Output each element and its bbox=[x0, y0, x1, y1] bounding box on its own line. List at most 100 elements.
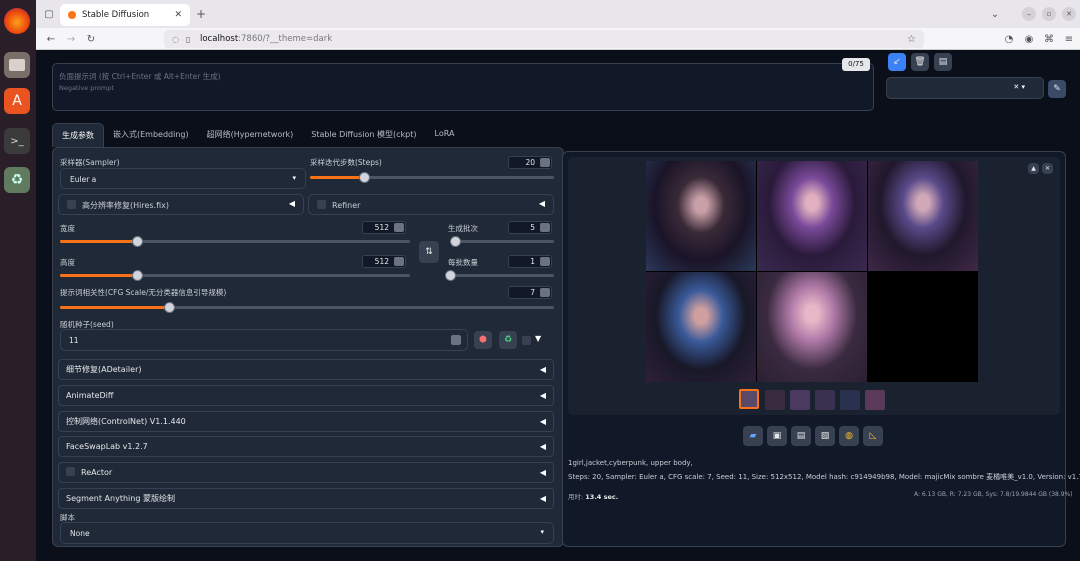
tab-list-icon[interactable]: ▢ bbox=[42, 7, 56, 21]
pocket-icon[interactable]: ◔ bbox=[1002, 32, 1016, 46]
url-bar[interactable]: ◌ ▯ localhost :7860/?__theme=dark ☆ bbox=[164, 30, 924, 48]
height-input[interactable]: 512 bbox=[362, 255, 406, 268]
reload-icon[interactable]: ↻ bbox=[84, 32, 98, 46]
sampler-select[interactable]: Euler a ▾ bbox=[60, 168, 306, 189]
edit-styles-button[interactable]: ✎ bbox=[1048, 80, 1066, 98]
image-grid[interactable] bbox=[646, 161, 978, 382]
script-select[interactable]: None ▾ bbox=[60, 522, 554, 544]
hires-label: 高分辨率修复(Hires.fix) bbox=[82, 201, 169, 210]
tab-checkpoint[interactable]: Stable Diffusion 模型(ckpt) bbox=[302, 123, 425, 147]
steps-input[interactable]: 20 bbox=[508, 156, 552, 169]
app-center-icon[interactable]: A bbox=[4, 88, 30, 114]
thumbnail-1[interactable] bbox=[765, 390, 785, 410]
height-slider[interactable] bbox=[60, 270, 410, 281]
maximize-icon[interactable]: ▫ bbox=[1042, 7, 1056, 21]
terminal-icon[interactable]: >_ bbox=[4, 128, 30, 154]
clear-style-icon[interactable]: ✕ ▾ bbox=[1013, 83, 1025, 91]
extra-seed-checkbox[interactable] bbox=[522, 336, 531, 345]
reuse-seed-recycle-icon[interactable]: ♻ bbox=[499, 331, 517, 349]
bookmark-icon[interactable]: ☆ bbox=[907, 34, 916, 45]
thumbnail-3[interactable] bbox=[815, 390, 835, 410]
new-tab-icon[interactable]: + bbox=[194, 7, 208, 21]
accordion-animatediff[interactable]: AnimateDiff ◀ bbox=[58, 385, 554, 406]
cfg-slider[interactable] bbox=[60, 302, 554, 313]
refiner-accordion[interactable]: Refiner ◀ bbox=[308, 194, 554, 215]
account-icon[interactable]: ◉ bbox=[1022, 32, 1036, 46]
gallery-close-icon[interactable]: ✕ bbox=[1042, 163, 1053, 174]
thumbnail-4[interactable] bbox=[840, 390, 860, 410]
extra-seed-arrow-icon[interactable]: ▼ bbox=[535, 334, 541, 343]
send-to-inpaint-icon[interactable]: ◍ bbox=[839, 426, 859, 446]
accordion-faceswaplab[interactable]: FaceSwapLab v1.2.7 ◀ bbox=[58, 436, 554, 457]
tab-hypernetwork[interactable]: 超网络(Hypernetwork) bbox=[198, 123, 303, 147]
height-spinner[interactable] bbox=[394, 257, 404, 266]
accordion-controlnet[interactable]: 控制网络(ControlNet) V1.1.440 ◀ bbox=[58, 411, 554, 432]
close-window-icon[interactable]: ✕ bbox=[1062, 7, 1076, 21]
batch-size-slider[interactable] bbox=[445, 270, 554, 281]
send-to-img2img-icon[interactable]: ▧ bbox=[815, 426, 835, 446]
accordion-adetailer[interactable]: 细节修复(ADetailer) ◀ bbox=[58, 359, 554, 380]
refiner-checkbox[interactable] bbox=[317, 200, 326, 209]
negative-prompt-input[interactable]: 负面提示词 (按 Ctrl+Enter 或 Alt+Enter 生成) Nega… bbox=[52, 63, 874, 111]
thumbnail-2[interactable] bbox=[790, 390, 810, 410]
reactor-checkbox[interactable] bbox=[66, 467, 75, 476]
send-to-extras-icon[interactable]: ◺ bbox=[863, 426, 883, 446]
batch-count-spinner[interactable] bbox=[540, 223, 550, 232]
browser-tab[interactable]: Stable Diffusion ✕ bbox=[60, 4, 190, 26]
steps-slider-knob[interactable] bbox=[358, 172, 370, 183]
paste-params-button[interactable]: ↙ bbox=[888, 53, 906, 71]
steps-spinner[interactable] bbox=[540, 158, 550, 167]
hires-fix-accordion[interactable]: 高分辨率修复(Hires.fix) ◀ bbox=[58, 194, 304, 215]
hires-checkbox[interactable] bbox=[67, 200, 76, 209]
batch-size-slider-knob[interactable] bbox=[445, 270, 456, 281]
thumbnail-5[interactable] bbox=[865, 390, 885, 410]
width-slider[interactable] bbox=[60, 236, 410, 247]
generated-image-1[interactable] bbox=[646, 161, 756, 271]
generated-image-2[interactable] bbox=[757, 161, 867, 271]
trash-icon[interactable]: ♻ bbox=[4, 167, 30, 193]
seed-spinner[interactable] bbox=[451, 335, 461, 345]
extensions-icon[interactable]: ⌘ bbox=[1042, 32, 1056, 46]
tab-txt2img-params[interactable]: 生成参数 bbox=[52, 123, 104, 147]
steps-slider[interactable] bbox=[310, 172, 554, 183]
batch-count-slider[interactable] bbox=[450, 236, 554, 247]
clipboard-button[interactable]: ▤ bbox=[934, 53, 952, 71]
cfg-input[interactable]: 7 bbox=[508, 286, 552, 299]
forward-icon[interactable]: → bbox=[64, 32, 78, 46]
style-select[interactable]: ✕ ▾ bbox=[886, 77, 1044, 99]
save-icon[interactable]: ▣ bbox=[767, 426, 787, 446]
menu-icon[interactable]: ≡ bbox=[1062, 32, 1076, 46]
cfg-slider-knob[interactable] bbox=[163, 302, 175, 313]
firefox-icon[interactable] bbox=[4, 8, 30, 34]
tab-embedding[interactable]: 嵌入式(Embedding) bbox=[104, 123, 198, 147]
swap-dimensions-button[interactable]: ⇅ bbox=[419, 241, 439, 263]
tab-lora[interactable]: LoRA bbox=[426, 123, 464, 147]
cfg-spinner[interactable] bbox=[540, 288, 550, 297]
gallery-up-icon[interactable]: ▲ bbox=[1028, 163, 1039, 174]
tab-overflow-icon[interactable]: ⌄ bbox=[988, 7, 1002, 21]
width-slider-knob[interactable] bbox=[132, 236, 143, 247]
random-seed-dice-icon[interactable]: ⬢ bbox=[474, 331, 492, 349]
zip-icon[interactable]: ▤ bbox=[791, 426, 811, 446]
trash-button[interactable]: 🗑 bbox=[911, 53, 929, 71]
generated-image-4[interactable] bbox=[646, 272, 756, 382]
ubuntu-dock: A >_ ♻ bbox=[0, 0, 36, 561]
accordion-reactor[interactable]: ReActor ◀ bbox=[58, 462, 554, 483]
seed-input[interactable]: 11 bbox=[60, 329, 468, 351]
batch-size-input[interactable]: 1 bbox=[508, 255, 552, 268]
generated-image-5[interactable] bbox=[757, 272, 867, 382]
generated-image-3[interactable] bbox=[868, 161, 978, 271]
back-icon[interactable]: ← bbox=[44, 32, 58, 46]
minimize-icon[interactable]: – bbox=[1022, 7, 1036, 21]
accordion-segment-anything[interactable]: Segment Anything 蒙版绘制 ◀ bbox=[58, 488, 554, 509]
thumbnail-grid-selected[interactable] bbox=[739, 389, 759, 409]
batch-count-input[interactable]: 5 bbox=[508, 221, 552, 234]
width-input[interactable]: 512 bbox=[362, 221, 406, 234]
close-tab-icon[interactable]: ✕ bbox=[174, 10, 182, 20]
files-icon[interactable] bbox=[4, 52, 30, 78]
open-folder-icon[interactable]: ▰ bbox=[743, 426, 763, 446]
batch-size-spinner[interactable] bbox=[540, 257, 550, 266]
width-spinner[interactable] bbox=[394, 223, 404, 232]
steps-value: 20 bbox=[525, 158, 535, 167]
height-slider-knob[interactable] bbox=[132, 270, 143, 281]
